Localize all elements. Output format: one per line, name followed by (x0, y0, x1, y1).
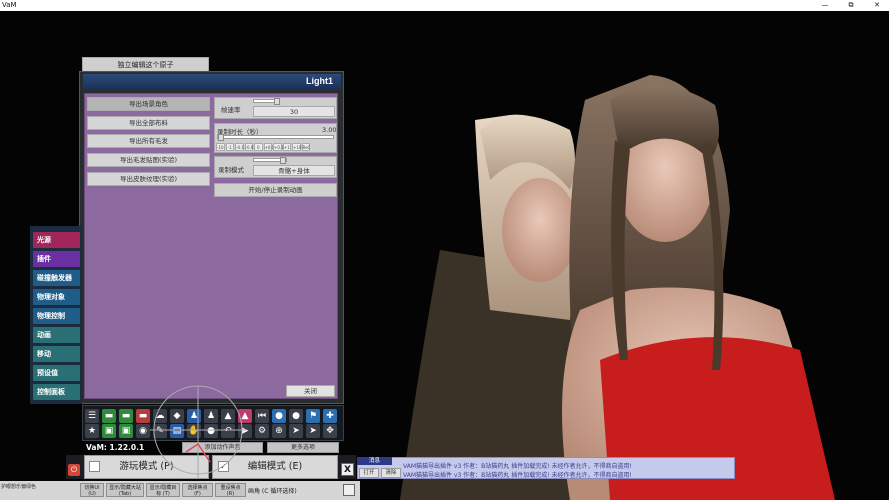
export-hair-textures-button[interactable]: 导出毛发贴图(实验) (87, 153, 210, 167)
export-scene-characters-button[interactable]: 导出场景角色 (87, 97, 210, 111)
atom-name: Light1 (306, 76, 333, 86)
slider-knob[interactable] (218, 134, 224, 141)
export-all-hair-button[interactable]: 导出所有毛发 (87, 134, 210, 148)
step-button[interactable]: +1 (282, 143, 291, 151)
camera-cycle-label: 画角 (C 循环选择) (248, 488, 297, 495)
nav-item-light[interactable]: 光源 (33, 232, 80, 248)
step-button[interactable]: 0 (254, 143, 263, 151)
message-clear-button[interactable]: 清除 (381, 468, 401, 478)
target-icon[interactable]: ⊕ (272, 424, 286, 438)
shortcut-key: (R) (226, 491, 235, 497)
skip-back-icon[interactable]: ⏮ (255, 409, 269, 423)
pointer-icon[interactable]: ➤ (289, 424, 303, 438)
step-button[interactable]: -0.1 (235, 143, 244, 151)
shortcut-key: 标 (T) (156, 491, 170, 497)
window-close-icon[interactable]: ✕ (868, 0, 886, 11)
frame-rate-value[interactable]: 30 (253, 106, 335, 117)
shortcut-key: (F) (194, 491, 201, 497)
plus-icon[interactable]: ✚ (323, 409, 337, 423)
reset-focus-button[interactable]: 重设焦点 (R) (215, 483, 246, 497)
toggle-ui-button[interactable]: 切换UI (U) (80, 483, 104, 497)
window-title-bar: VaM — ⧉ ✕ (0, 0, 889, 11)
close-panel-button[interactable]: 关闭 (286, 385, 335, 397)
close-ui-button[interactable]: X (341, 463, 354, 476)
message-line: VAM猫猫导出插件 v3 作者：B站猫药丸 插件加载完成! 未经作者允许，不得商… (403, 463, 632, 470)
step-button[interactable]: +10 (292, 143, 301, 151)
record-mode-label: 录制模式 (218, 166, 244, 174)
step-button[interactable]: +0.1 (273, 143, 284, 151)
shortcut-key: (U) (88, 491, 96, 497)
export-skin-textures-button[interactable]: 导出皮肤纹理(实验) (87, 172, 210, 186)
step-button[interactable]: ReC (301, 143, 310, 151)
record-duration-slider[interactable] (217, 134, 334, 141)
cursor-icon[interactable]: ➤ (306, 424, 320, 438)
toggle-hud-button[interactable]: 显示/隐藏大站 (Tab) (106, 483, 144, 497)
shortcut-key: (Tab) (118, 491, 132, 497)
record-mode-slider[interactable] (253, 157, 287, 164)
scene-viewport[interactable] (380, 60, 889, 500)
toggle-record-button[interactable]: 开始/停止录制动画 (214, 183, 337, 197)
record-mode-select[interactable]: 骨骼+身体 (253, 165, 335, 176)
window-title: VaM (2, 1, 17, 9)
bottom-shortcut-bar (0, 481, 360, 500)
step-button[interactable]: -10 (216, 143, 225, 151)
folder-open-icon[interactable]: ▬ (119, 409, 133, 423)
bottom-left-text: 护眼想乐偏绿色 (1, 484, 37, 490)
more-options-button[interactable]: 更多选项 (267, 442, 339, 453)
step-button[interactable]: +0.01 (263, 143, 277, 151)
step-button[interactable]: -1 (225, 143, 234, 151)
toggle-targets-button[interactable]: 显示/隐藏目 标 (T) (146, 483, 180, 497)
image-icon[interactable]: ▣ (102, 424, 116, 438)
menu-icon[interactable]: ☰ (85, 409, 99, 423)
message-line: VAM猫猫导出插件 v3 作者：B站猫药丸 插件加载完成! 未经作者允许，不得商… (403, 472, 632, 479)
bottom-bar-checkbox[interactable] (343, 484, 355, 496)
nav-item-presets[interactable]: 预设值 (33, 365, 80, 381)
folder-icon[interactable]: ▬ (102, 409, 116, 423)
slider-knob[interactable] (280, 157, 286, 164)
image-alt-icon[interactable]: ▣ (119, 424, 133, 438)
user-icon[interactable]: ● (272, 409, 286, 423)
nav-item-animation[interactable]: 动画 (33, 327, 80, 343)
edit-atom-tab[interactable]: 独立编辑这个原子 (82, 57, 209, 72)
nav-item-collision-trigger[interactable]: 碰撞触发器 (33, 270, 80, 286)
nav-item-plugins[interactable]: 插件 (33, 251, 80, 267)
star-icon[interactable]: ★ (85, 424, 99, 438)
vam-screen: VaM — ⧉ ✕ 独立编辑这个原子 Light1 导出场景角色 导出全部布料 … (0, 0, 889, 500)
save-icon[interactable]: ▬ (136, 409, 150, 423)
duration-step-buttons: -10 -1 -0.1 -0.01 0 +0.01 +0.1 +1 +10 Re… (216, 143, 310, 151)
camera-icon[interactable]: ◉ (136, 424, 150, 438)
selection-target-ring (150, 385, 246, 478)
message-header: 消息 (357, 457, 392, 465)
slider-knob[interactable] (274, 98, 280, 105)
maximize-icon[interactable]: ⧉ (842, 0, 860, 11)
nav-item-control-panel[interactable]: 控制面板 (33, 384, 80, 400)
frame-rate-slider[interactable] (253, 98, 280, 105)
flag-icon[interactable]: ⚑ (306, 409, 320, 423)
select-focus-button[interactable]: 选择焦点 (F) (182, 483, 213, 497)
record-duration-value: 3.00 (322, 126, 337, 134)
edit-mode-label: 编辑模式 (E) (247, 461, 303, 472)
frame-rate-label: 帧速率 (221, 106, 241, 114)
nav-item-physics-object[interactable]: 物理对象 (33, 289, 80, 305)
atom-panel-header: Light1 (83, 74, 341, 90)
group-icon[interactable]: ● (289, 409, 303, 423)
message-open-button[interactable]: 打开 (359, 468, 379, 478)
power-icon[interactable]: ⏻ (68, 464, 80, 476)
play-mode-checkbox[interactable] (89, 461, 100, 472)
version-label: VaM: 1.22.0.1 (86, 443, 145, 452)
scene-figures (400, 75, 835, 500)
nav-item-physics-control[interactable]: 物理控制 (33, 308, 80, 324)
settings-icon[interactable]: ⚙ (255, 424, 269, 438)
export-all-clothing-button[interactable]: 导出全部布料 (87, 116, 210, 130)
nav-item-move[interactable]: 移动 (33, 346, 80, 362)
step-button[interactable]: -0.01 (244, 143, 256, 151)
move-icon[interactable]: ✥ (323, 424, 337, 438)
minimize-icon[interactable]: — (816, 0, 834, 11)
